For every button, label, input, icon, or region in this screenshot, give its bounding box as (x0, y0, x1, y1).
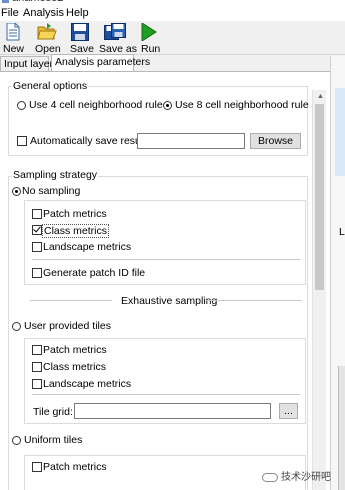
right-pane-list (338, 366, 345, 490)
user-tiles-patch-checkbox[interactable] (32, 345, 42, 355)
radio-uniform-tiles-label: Uniform tiles (24, 434, 83, 446)
save-as-icon (104, 23, 126, 40)
patch-id-label: Generate patch ID file (43, 267, 146, 279)
watermark-text: 技术沙研吧 (281, 472, 331, 483)
radio-4-cell-label: Use 4 cell neighborhood rule (29, 99, 163, 111)
save-button[interactable]: Save (67, 23, 94, 55)
run-play-icon (141, 23, 157, 41)
radio-8-cell[interactable] (163, 101, 172, 110)
radio-8-cell-label: Use 8 cell neighborhood rule (175, 99, 309, 111)
window-title: anamese2 (12, 0, 63, 4)
exhaustive-sampling-title: Exhaustive sampling (121, 295, 218, 307)
scrollbar-thumb[interactable] (315, 104, 324, 290)
new-label: New (3, 43, 25, 55)
right-pane-text: L (339, 226, 345, 238)
radio-uniform-tiles[interactable] (12, 436, 21, 445)
panel-scrollbar[interactable]: ▲ (312, 90, 326, 490)
new-button[interactable]: New (2, 23, 25, 55)
save-as-button[interactable]: Save as (98, 23, 137, 55)
toolbar: New Open Save Save as Run (0, 21, 345, 55)
right-pane-highlight (335, 88, 345, 176)
user-tiles-patch-label: Patch metrics (43, 344, 107, 356)
save-disk-icon (71, 23, 89, 41)
autosave-label: Automatically save results (30, 135, 152, 147)
tab-strip: Input layers Analysis parameters (0, 54, 345, 71)
tab-input-layers[interactable]: Input layers (0, 56, 58, 71)
no-sampling-divider (32, 259, 300, 260)
exhaustive-divider-right (206, 300, 302, 301)
user-tiles-class-checkbox[interactable] (32, 362, 42, 372)
menu-file[interactable]: File (1, 7, 19, 19)
no-sampling-class-label: Class metrics (41, 224, 110, 238)
menu-analysis[interactable]: Analysis (23, 7, 64, 19)
patch-id-checkbox[interactable] (32, 268, 42, 278)
autosave-checkbox[interactable] (17, 136, 27, 146)
tile-grid-input[interactable] (74, 403, 271, 419)
analysis-parameters-panel: General options Use 4 cell neighborhood … (0, 71, 330, 490)
no-sampling-patch-label: Patch metrics (43, 208, 107, 220)
exhaustive-divider-left (30, 300, 112, 301)
open-button[interactable]: Open (32, 23, 61, 55)
right-pane: L (330, 56, 345, 490)
user-tiles-class-label: Class metrics (43, 361, 107, 373)
user-tiles-divider (32, 394, 300, 395)
radio-no-sampling-label: No sampling (22, 185, 81, 197)
user-tiles-landscape-label: Landscape metrics (43, 378, 132, 390)
wechat-icon (262, 472, 278, 482)
run-button[interactable]: Run (138, 23, 161, 55)
scroll-up-icon[interactable]: ▲ (317, 93, 324, 100)
browse-button[interactable]: Browse (250, 133, 301, 149)
new-file-icon (6, 23, 20, 41)
no-sampling-patch-checkbox[interactable] (32, 209, 42, 219)
radio-user-tiles-label: User provided tiles (24, 320, 111, 332)
app-icon (2, 0, 9, 3)
open-folder-icon (37, 23, 57, 40)
no-sampling-class-checkbox[interactable] (32, 225, 42, 235)
no-sampling-landscape-label: Landscape metrics (43, 241, 132, 253)
radio-no-sampling[interactable] (12, 187, 21, 196)
tile-grid-label: Tile grid: (33, 406, 73, 418)
uniform-tiles-patch-checkbox[interactable] (32, 462, 42, 472)
watermark: 技术沙研吧 (262, 468, 331, 483)
radio-user-tiles[interactable] (12, 322, 21, 331)
radio-4-cell[interactable] (17, 101, 26, 110)
autosave-path-input[interactable] (137, 133, 245, 149)
sampling-strategy-title: Sampling strategy (12, 169, 99, 181)
uniform-tiles-patch-label: Patch metrics (43, 461, 107, 473)
tab-analysis-parameters[interactable]: Analysis parameters (51, 54, 150, 71)
menu-bar: File Analysis Help (0, 6, 345, 21)
menu-help[interactable]: Help (66, 7, 89, 19)
no-sampling-landscape-checkbox[interactable] (32, 242, 42, 252)
general-options-title: General options (12, 80, 89, 92)
tile-grid-browse-button[interactable]: ... (279, 403, 298, 419)
user-tiles-landscape-checkbox[interactable] (32, 379, 42, 389)
run-label: Run (141, 43, 161, 55)
